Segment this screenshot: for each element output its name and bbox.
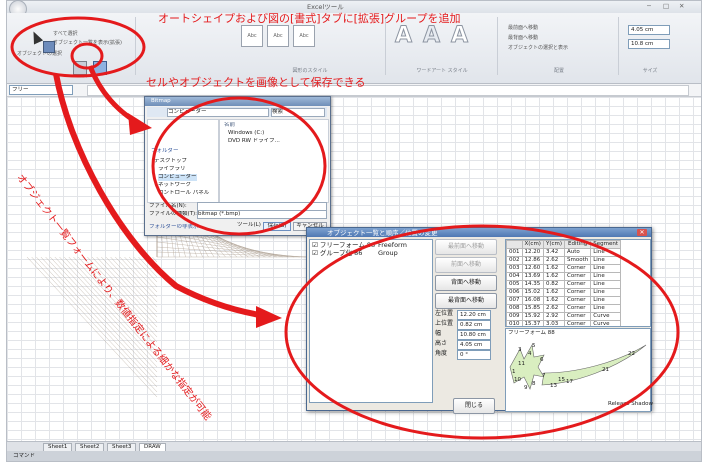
arrowhead-file-dialog (128, 113, 152, 135)
save-button-ellipse (70, 42, 104, 70)
annotation-top: オートシェイプおよび図の[書式]タブに[拡張]グループを追加 (158, 12, 461, 25)
annotation-overlay (10, 16, 680, 440)
arrowhead-order-dialog (256, 306, 282, 328)
order-dialog-ellipse (284, 224, 680, 440)
annotation-middle: セルやオブジェクトを画像として保存できる (146, 76, 366, 89)
file-dialog-ellipse (151, 96, 327, 236)
